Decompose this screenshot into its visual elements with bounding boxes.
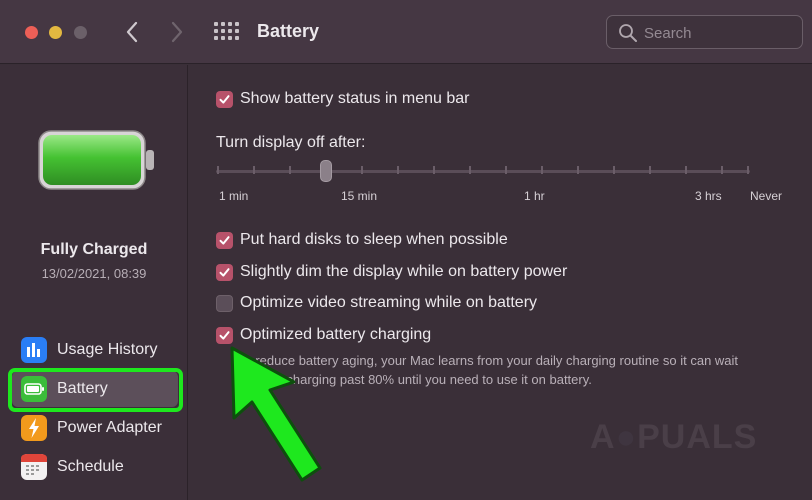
show-all-grid-icon[interactable]	[214, 22, 240, 42]
slider-track	[216, 170, 750, 173]
slider-tick-label: 1 hr	[524, 189, 545, 203]
zoom-window-button[interactable]	[74, 26, 87, 39]
slider-tick-label: Never	[750, 189, 783, 203]
back-button[interactable]	[118, 16, 146, 48]
show-battery-status-label: Show battery status in menu bar	[240, 90, 470, 107]
chevron-right-icon	[171, 21, 183, 43]
dim-display-checkbox[interactable]	[216, 263, 233, 281]
sidebar: Fully Charged 13/02/2021, 08:39 Usage Hi…	[0, 65, 188, 500]
display-off-slider[interactable]	[216, 160, 750, 182]
window-title: Battery	[257, 21, 320, 41]
sidebar-item-schedule[interactable]: Schedule	[12, 449, 178, 485]
battery-level-icon	[38, 130, 154, 190]
checkmark-icon	[219, 235, 230, 245]
display-off-label: Turn display off after:	[216, 134, 366, 151]
close-window-button[interactable]	[25, 26, 38, 39]
highlight-annotation	[8, 368, 183, 412]
titlebar: Battery	[0, 0, 812, 64]
sidebar-item-power-adapter[interactable]: Power Adapter	[12, 410, 178, 446]
optimize-video-checkbox[interactable]	[216, 294, 233, 312]
calendar-icon	[21, 454, 47, 480]
slider-tick-label: 15 min	[341, 189, 378, 203]
dim-display-label: Slightly dim the display while on batter…	[240, 263, 568, 280]
power-plug-icon	[21, 415, 47, 441]
watermark-logo: A●PUALS	[590, 418, 758, 456]
battery-status-title: Fully Charged	[40, 241, 148, 258]
show-battery-status-row[interactable]: Show battery status in menu bar	[216, 90, 469, 108]
slider-tick-label: 1 min	[219, 189, 249, 203]
forward-button[interactable]	[163, 16, 191, 48]
annotation-arrow-icon	[230, 346, 322, 482]
slider-tick-label: 3 hrs	[695, 189, 722, 203]
bar-chart-icon	[21, 337, 47, 363]
battery-status-time: 13/02/2021, 08:39	[41, 266, 147, 281]
hard-disk-sleep-label: Put hard disks to sleep when possible	[240, 231, 508, 248]
sidebar-item-usage-history[interactable]: Usage History	[12, 332, 178, 368]
slider-knob[interactable]	[320, 160, 332, 182]
hard-disk-sleep-checkbox[interactable]	[216, 231, 233, 249]
search-field[interactable]	[606, 15, 803, 49]
hard-disk-sleep-row[interactable]: Put hard disks to sleep when possible	[216, 231, 508, 249]
optimize-video-label: Optimize video streaming while on batter…	[240, 294, 538, 311]
sidebar-item-label: Schedule	[57, 458, 124, 475]
sidebar-item-label: Usage History	[57, 341, 158, 358]
sidebar-item-label: Power Adapter	[57, 419, 162, 436]
optimize-video-row[interactable]: Optimize video streaming while on batter…	[216, 294, 537, 312]
dim-display-row[interactable]: Slightly dim the display while on batter…	[216, 263, 567, 281]
search-input[interactable]	[644, 22, 794, 44]
chevron-left-icon	[126, 21, 138, 43]
search-icon	[619, 24, 637, 42]
minimize-window-button[interactable]	[49, 26, 62, 39]
show-battery-status-checkbox[interactable]	[216, 90, 233, 108]
checkmark-icon	[219, 267, 230, 277]
system-preferences-window: Battery Fully Charged 13/02/2021, 08	[0, 0, 812, 500]
checkmark-icon	[219, 94, 230, 104]
